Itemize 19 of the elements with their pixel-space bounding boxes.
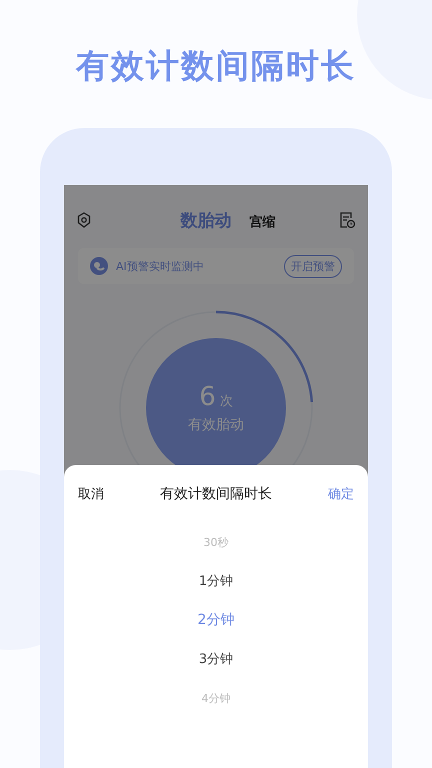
picker-option[interactable]: 4分钟: [202, 679, 230, 718]
tab[interactable]: 数胎动: [180, 208, 232, 232]
baby-icon: [90, 257, 108, 275]
confirm-button[interactable]: 确定: [328, 485, 354, 503]
counter-label: 有效胎动: [188, 416, 244, 434]
record-icon[interactable]: [338, 211, 356, 229]
settings-icon[interactable]: [76, 212, 92, 228]
count-unit: 次: [220, 393, 233, 410]
picker-option[interactable]: 30秒: [204, 523, 228, 562]
banner-text: AI预警实时监测中: [116, 258, 205, 274]
picker-option[interactable]: 2分钟: [198, 601, 234, 640]
tab[interactable]: 宫缩: [250, 212, 276, 230]
cancel-button[interactable]: 取消: [78, 485, 104, 503]
count-value: 6: [199, 382, 216, 412]
picker-option[interactable]: 3分钟: [198, 640, 234, 679]
enable-alert-button[interactable]: 开启预警: [284, 254, 342, 278]
sheet-title: 有效计数间隔时长: [160, 485, 272, 503]
picker-option[interactable]: 1分钟: [198, 562, 234, 601]
headline: 有效计数间隔时长: [76, 45, 356, 87]
